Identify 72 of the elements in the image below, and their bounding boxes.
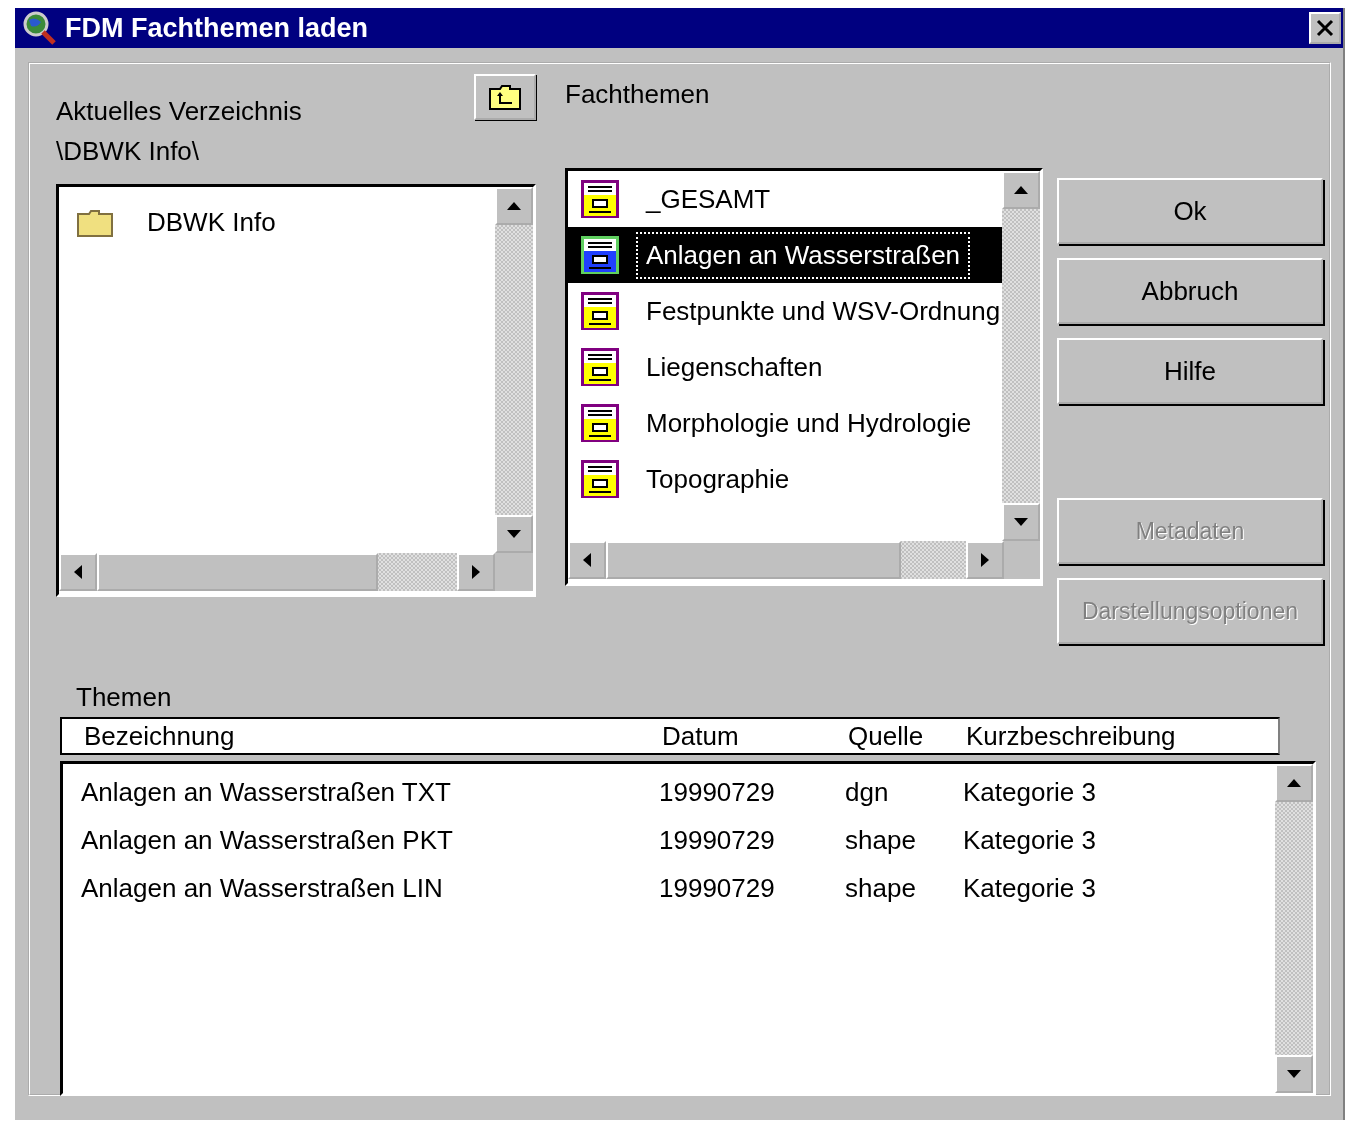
down-arrow-icon [1013,517,1029,527]
horizontal-scrollbar[interactable] [568,541,1004,579]
scrollbar-corner [1004,541,1040,579]
fachthemen-item[interactable]: Anlagen an Wasserstraßen [568,227,1002,283]
down-arrow-icon [1286,1069,1302,1079]
scrollbar-thumb[interactable] [606,541,902,579]
directory-label: Aktuelles Verzeichnis [56,95,302,127]
column-header[interactable]: Quelle [848,720,966,752]
scroll-down-button[interactable] [495,515,533,553]
vertical-scrollbar[interactable] [1002,171,1040,541]
table-cell-text: shape [845,824,917,856]
table-cell-text: Kategorie 3 [963,776,1097,808]
scrollbar-thumb[interactable] [97,553,378,591]
left-arrow-icon [73,564,83,580]
file-cabinet-icon [580,347,620,387]
column-header[interactable]: Kurzbeschreibung [966,720,1278,752]
scroll-up-button[interactable] [1275,764,1313,802]
horizontal-scrollbar[interactable] [59,553,495,591]
scroll-right-button[interactable] [966,541,1004,579]
up-arrow-icon [1013,185,1029,195]
scroll-down-button[interactable] [1275,1055,1313,1093]
window-title: FDM Fachthemen laden [65,12,370,44]
down-arrow-icon [506,529,522,539]
dialog-button[interactable]: Ok [1057,178,1323,244]
fachthemen-item[interactable]: Morphologie und Hydrologie [568,395,1002,451]
table-cell-text: 19990729 [659,824,776,856]
close-icon [1315,18,1335,38]
dialog-button[interactable]: Hilfe [1057,338,1323,404]
fachthemen-item[interactable]: Topographie [568,451,1002,507]
scroll-up-button[interactable] [1002,171,1040,209]
column-header[interactable]: Datum [662,720,848,752]
table-cell-text: Anlagen an Wasserstraßen LIN [81,872,444,904]
fachthemen-item[interactable]: Festpunkte und WSV-Ordnung [568,283,1002,339]
file-cabinet-icon [580,291,620,331]
folder-up-button[interactable] [474,74,536,120]
up-arrow-icon [1286,778,1302,788]
dialog-button[interactable]: Abbruch [1057,258,1323,324]
scrollbar-corner [495,553,533,591]
file-cabinet-icon [580,179,620,219]
column-header[interactable]: Bezeichnung [84,720,662,752]
table-cell-text: shape [845,872,917,904]
scroll-left-button[interactable] [568,541,606,579]
table-cell-text: 19990729 [659,872,776,904]
up-arrow-icon [506,201,522,211]
fachthemen-item[interactable]: Liegenschaften [568,339,1002,395]
table-cell-text: Kategorie 3 [963,872,1097,904]
fachthemen-item[interactable]: _GESAMT [568,171,1002,227]
file-cabinet-icon [580,459,620,499]
scroll-up-button[interactable] [495,187,533,225]
directory-path: \DBWK Info\ [56,136,201,166]
right-arrow-icon [980,552,990,568]
scroll-down-button[interactable] [1002,503,1040,541]
close-button[interactable] [1309,12,1341,44]
scroll-left-button[interactable] [59,553,97,591]
table-cell-text: dgn [845,776,890,808]
vertical-scrollbar[interactable] [495,187,533,553]
file-cabinet-icon [580,235,620,275]
folder-icon [77,208,113,237]
fachthemen-label: Fachthemen [565,78,710,110]
left-arrow-icon [582,552,592,568]
directory-item[interactable]: DBWK Info [59,187,495,238]
file-cabinet-icon [580,403,620,443]
folder-up-icon [488,83,522,111]
right-arrow-icon [471,564,481,580]
table-cell-text: 19990729 [659,776,776,808]
table-cell-text: Anlagen an Wasserstraßen TXT [81,776,452,808]
table-cell-text: Anlagen an Wasserstraßen PKT [81,824,454,856]
globe-magnifier-icon [21,10,57,46]
scroll-right-button[interactable] [457,553,495,591]
themen-label: Themen [76,682,173,713]
table-cell-text: Kategorie 3 [963,824,1097,856]
vertical-scrollbar[interactable] [1275,764,1313,1093]
